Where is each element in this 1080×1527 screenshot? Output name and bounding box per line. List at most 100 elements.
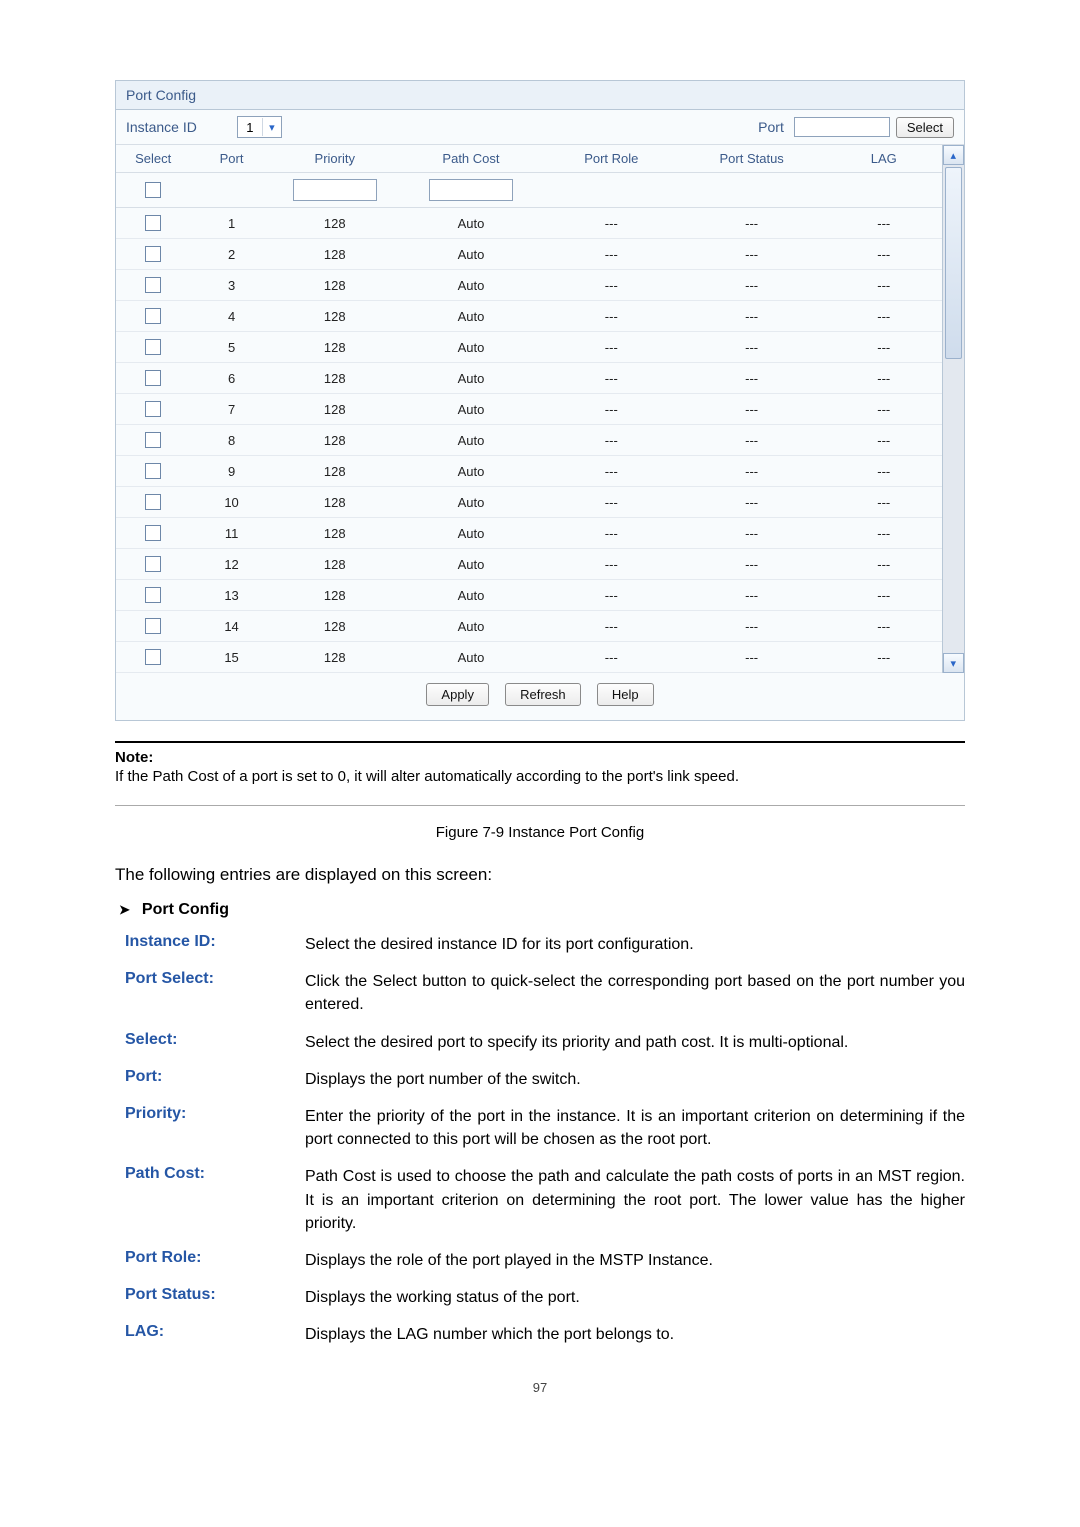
instance-id-value: 1 — [238, 120, 262, 135]
row-checkbox[interactable] — [145, 370, 161, 386]
cell-pathcost: Auto — [397, 642, 546, 673]
note-label: Note: — [115, 749, 965, 766]
cell-lag: --- — [826, 487, 942, 518]
note-text: If the Path Cost of a port is set to 0, … — [115, 768, 965, 785]
definition-term: Select: — [125, 1031, 305, 1054]
port-lookup-input[interactable] — [794, 117, 890, 137]
section-title: Port Config — [142, 901, 229, 919]
cell-pathcost: Auto — [397, 332, 546, 363]
cell-portstatus: --- — [677, 425, 826, 456]
row-checkbox[interactable] — [145, 463, 161, 479]
cell-port: 14 — [190, 611, 273, 642]
row-checkbox[interactable] — [145, 308, 161, 324]
scroll-up-icon[interactable]: ▴ — [943, 145, 964, 165]
figure-caption: Figure 7-9 Instance Port Config — [115, 824, 965, 841]
table-scrollbar[interactable]: ▴ ▾ — [942, 145, 964, 673]
row-checkbox[interactable] — [145, 339, 161, 355]
cell-port: 15 — [190, 642, 273, 673]
cell-portrole: --- — [545, 394, 677, 425]
cell-portstatus: --- — [677, 301, 826, 332]
row-checkbox[interactable] — [145, 587, 161, 603]
cell-portstatus: --- — [677, 363, 826, 394]
table-row[interactable]: 3128Auto--------- — [116, 270, 942, 301]
cell-portstatus: --- — [677, 611, 826, 642]
definition-desc: Displays the port number of the switch. — [305, 1068, 965, 1091]
cell-port: 13 — [190, 580, 273, 611]
definition-row: Instance ID:Select the desired instance … — [125, 933, 965, 956]
select-button[interactable]: Select — [896, 117, 954, 138]
cell-lag: --- — [826, 425, 942, 456]
cell-priority: 128 — [273, 456, 397, 487]
table-row[interactable]: 5128Auto--------- — [116, 332, 942, 363]
pathcost-filter-input[interactable] — [429, 179, 513, 201]
cell-priority: 128 — [273, 301, 397, 332]
definition-desc: Displays the working status of the port. — [305, 1286, 965, 1309]
priority-filter-input[interactable] — [293, 179, 377, 201]
cell-portstatus: --- — [677, 487, 826, 518]
row-checkbox[interactable] — [145, 432, 161, 448]
cell-priority: 128 — [273, 425, 397, 456]
help-button[interactable]: Help — [597, 683, 654, 706]
cell-portstatus: --- — [677, 642, 826, 673]
table-row[interactable]: 6128Auto--------- — [116, 363, 942, 394]
cell-pathcost: Auto — [397, 580, 546, 611]
cell-pathcost: Auto — [397, 301, 546, 332]
row-checkbox[interactable] — [145, 215, 161, 231]
row-checkbox[interactable] — [145, 401, 161, 417]
table-row[interactable]: 9128Auto--------- — [116, 456, 942, 487]
cell-port: 11 — [190, 518, 273, 549]
definition-term: Port: — [125, 1068, 305, 1091]
table-row[interactable]: 2128Auto--------- — [116, 239, 942, 270]
row-checkbox[interactable] — [145, 277, 161, 293]
refresh-button[interactable]: Refresh — [505, 683, 581, 706]
table-row[interactable]: 14128Auto--------- — [116, 611, 942, 642]
cell-port: 9 — [190, 456, 273, 487]
table-row[interactable]: 1128Auto--------- — [116, 208, 942, 239]
col-select: Select — [116, 145, 190, 173]
table-row[interactable]: 11128Auto--------- — [116, 518, 942, 549]
row-checkbox[interactable] — [145, 246, 161, 262]
cell-portrole: --- — [545, 425, 677, 456]
definition-desc: Select the desired port to specify its p… — [305, 1031, 965, 1054]
cell-port: 3 — [190, 270, 273, 301]
cell-pathcost: Auto — [397, 394, 546, 425]
col-portrole: Port Role — [545, 145, 677, 173]
scroll-thumb[interactable] — [945, 167, 962, 359]
row-checkbox[interactable] — [145, 525, 161, 541]
divider — [115, 741, 965, 743]
scroll-down-icon[interactable]: ▾ — [943, 653, 964, 673]
cell-port: 6 — [190, 363, 273, 394]
col-priority: Priority — [273, 145, 397, 173]
row-checkbox[interactable] — [145, 618, 161, 634]
cell-pathcost: Auto — [397, 239, 546, 270]
cell-priority: 128 — [273, 270, 397, 301]
cell-priority: 128 — [273, 487, 397, 518]
cell-priority: 128 — [273, 580, 397, 611]
table-row[interactable]: 15128Auto--------- — [116, 642, 942, 673]
table-row[interactable]: 10128Auto--------- — [116, 487, 942, 518]
select-all-checkbox[interactable] — [145, 182, 161, 198]
row-checkbox[interactable] — [145, 649, 161, 665]
instance-id-select[interactable]: 1 ▾ — [237, 116, 282, 138]
definition-row: LAG:Displays the LAG number which the po… — [125, 1323, 965, 1346]
table-row[interactable]: 7128Auto--------- — [116, 394, 942, 425]
definition-term: Port Role: — [125, 1249, 305, 1272]
cell-lag: --- — [826, 611, 942, 642]
cell-portstatus: --- — [677, 270, 826, 301]
cell-pathcost: Auto — [397, 456, 546, 487]
port-table: Select Port Priority Path Cost Port Role… — [116, 145, 942, 673]
row-checkbox[interactable] — [145, 556, 161, 572]
apply-button[interactable]: Apply — [426, 683, 489, 706]
row-checkbox[interactable] — [145, 494, 161, 510]
cell-lag: --- — [826, 270, 942, 301]
table-row[interactable]: 8128Auto--------- — [116, 425, 942, 456]
definition-term: LAG: — [125, 1323, 305, 1346]
table-row[interactable]: 12128Auto--------- — [116, 549, 942, 580]
chevron-down-icon: ▾ — [262, 118, 281, 136]
cell-lag: --- — [826, 580, 942, 611]
table-row[interactable]: 13128Auto--------- — [116, 580, 942, 611]
cell-pathcost: Auto — [397, 270, 546, 301]
definition-row: Port Role:Displays the role of the port … — [125, 1249, 965, 1272]
definition-term: Path Cost: — [125, 1165, 305, 1235]
table-row[interactable]: 4128Auto--------- — [116, 301, 942, 332]
